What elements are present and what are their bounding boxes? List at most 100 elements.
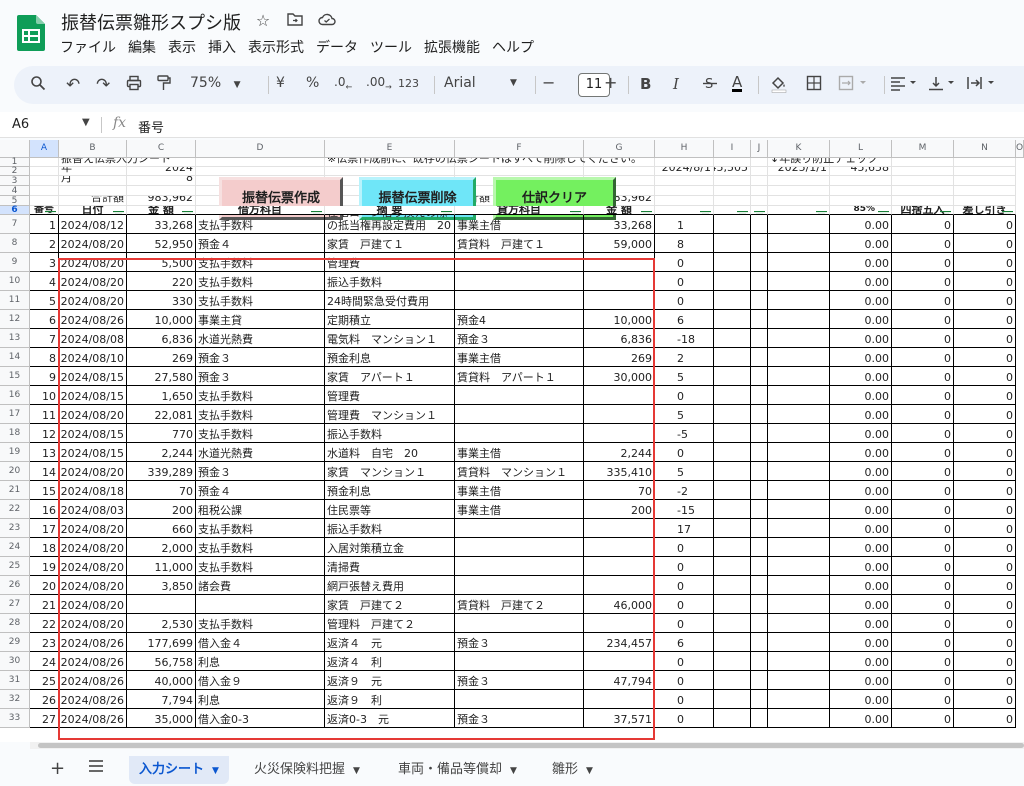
- data-cell[interactable]: 0: [954, 291, 1016, 310]
- empty-cell[interactable]: [768, 215, 830, 234]
- empty-cell[interactable]: [768, 424, 830, 443]
- data-cell[interactable]: 17: [30, 519, 59, 538]
- scrollbar-thumb[interactable]: [38, 743, 1024, 748]
- row-header-10[interactable]: 10: [0, 272, 30, 291]
- empty-cell[interactable]: [714, 690, 751, 709]
- empty-cell[interactable]: [768, 329, 830, 348]
- row-header-3[interactable]: 3: [0, 176, 30, 186]
- data-cell[interactable]: 70: [127, 481, 196, 500]
- data-cell[interactable]: 0: [892, 443, 954, 462]
- data-cell[interactable]: 預金利息: [325, 481, 455, 500]
- data-cell[interactable]: 3: [30, 253, 59, 272]
- data-cell[interactable]: 0: [892, 652, 954, 671]
- empty-cell[interactable]: [714, 215, 751, 234]
- data-cell[interactable]: 預金３: [455, 709, 584, 728]
- data-cell[interactable]: -18: [655, 329, 714, 348]
- data-cell[interactable]: 7,794: [127, 690, 196, 709]
- empty-cell[interactable]: [768, 253, 830, 272]
- column-header-f[interactable]: F: [455, 140, 584, 158]
- data-cell[interactable]: 2: [655, 348, 714, 367]
- data-cell[interactable]: 預金３: [196, 367, 325, 386]
- data-cell[interactable]: 5: [655, 367, 714, 386]
- empty-cell[interactable]: [768, 234, 830, 253]
- data-cell[interactable]: 24時間緊急受付費用: [325, 291, 455, 310]
- empty-cell[interactable]: [768, 186, 830, 196]
- data-cell[interactable]: [584, 424, 655, 443]
- column-header-o[interactable]: O: [1016, 140, 1024, 158]
- empty-cell[interactable]: [714, 158, 751, 167]
- data-cell[interactable]: [584, 386, 655, 405]
- empty-cell[interactable]: [751, 367, 768, 386]
- data-cell[interactable]: 定期積立: [325, 310, 455, 329]
- data-cell[interactable]: 事業主借: [455, 443, 584, 462]
- data-cell[interactable]: 0.00: [830, 367, 892, 386]
- data-cell[interactable]: 0: [954, 519, 1016, 538]
- data-cell[interactable]: 0: [655, 614, 714, 633]
- header-4[interactable]: 借方科目: [196, 206, 325, 215]
- move-folder-icon[interactable]: [285, 11, 305, 30]
- row-header-22[interactable]: 22: [0, 500, 30, 519]
- data-cell[interactable]: 0.00: [830, 538, 892, 557]
- data-cell[interactable]: 0: [954, 253, 1016, 272]
- row-header-31[interactable]: 31: [0, 671, 30, 690]
- data-cell[interactable]: 支払手数料: [196, 557, 325, 576]
- data-cell[interactable]: 借入金４: [196, 633, 325, 652]
- data-cell[interactable]: 0: [954, 424, 1016, 443]
- data-cell[interactable]: 0: [892, 709, 954, 728]
- empty-cell[interactable]: [892, 196, 954, 206]
- data-cell[interactable]: 返済４ 利: [325, 652, 455, 671]
- empty-cell[interactable]: [751, 186, 768, 196]
- row-header-7[interactable]: 7: [0, 215, 30, 234]
- data-cell[interactable]: [584, 614, 655, 633]
- text-color-button[interactable]: A: [732, 75, 743, 92]
- data-cell[interactable]: 水道光熱費: [196, 329, 325, 348]
- data-cell[interactable]: 2024/08/26: [59, 709, 127, 728]
- data-cell[interactable]: 0: [954, 576, 1016, 595]
- row-header-18[interactable]: 18: [0, 424, 30, 443]
- data-cell[interactable]: 0: [655, 272, 714, 291]
- row-header-13[interactable]: 13: [0, 329, 30, 348]
- data-cell[interactable]: 2: [30, 234, 59, 253]
- column-header-l[interactable]: L: [830, 140, 892, 158]
- data-cell[interactable]: -2: [655, 481, 714, 500]
- add-sheet-icon[interactable]: +: [50, 758, 65, 779]
- row-header-33[interactable]: 33: [0, 709, 30, 728]
- data-cell[interactable]: 0.00: [830, 500, 892, 519]
- empty-cell[interactable]: [751, 519, 768, 538]
- decrease-font-size-button[interactable]: −: [542, 73, 555, 92]
- empty-cell[interactable]: [751, 576, 768, 595]
- empty-cell[interactable]: [714, 538, 751, 557]
- empty-cell[interactable]: [714, 424, 751, 443]
- data-cell[interactable]: 40,000: [127, 671, 196, 690]
- data-cell[interactable]: 0: [892, 462, 954, 481]
- empty-cell[interactable]: [714, 186, 751, 196]
- data-cell[interactable]: 15: [30, 481, 59, 500]
- empty-cell[interactable]: [714, 462, 751, 481]
- data-cell[interactable]: 住民票等: [325, 500, 455, 519]
- data-cell[interactable]: 事業主借: [455, 348, 584, 367]
- empty-cell[interactable]: [768, 348, 830, 367]
- column-header-i[interactable]: I: [714, 140, 751, 158]
- data-cell[interactable]: [584, 576, 655, 595]
- empty-cell[interactable]: [30, 196, 59, 206]
- data-cell[interactable]: 0: [892, 272, 954, 291]
- empty-cell[interactable]: [30, 167, 59, 176]
- data-cell[interactable]: 賃貸料 マンション１: [455, 462, 584, 481]
- data-cell[interactable]: 預金４: [196, 234, 325, 253]
- empty-cell[interactable]: [768, 709, 830, 728]
- data-cell[interactable]: 0.00: [830, 690, 892, 709]
- data-cell[interactable]: 管理費: [325, 386, 455, 405]
- header-3[interactable]: 金 額: [127, 206, 196, 215]
- data-cell[interactable]: 0.00: [830, 253, 892, 272]
- empty-cell[interactable]: [714, 557, 751, 576]
- data-cell[interactable]: 2024/08/20: [59, 272, 127, 291]
- paint-format-icon[interactable]: [157, 75, 171, 95]
- data-cell[interactable]: 2024/08/15: [59, 443, 127, 462]
- data-cell[interactable]: 0: [954, 538, 1016, 557]
- data-cell[interactable]: 0.00: [830, 348, 892, 367]
- data-cell[interactable]: 振込手数料: [325, 424, 455, 443]
- data-cell[interactable]: 0: [892, 234, 954, 253]
- data-cell[interactable]: [455, 424, 584, 443]
- data-cell[interactable]: 0: [954, 690, 1016, 709]
- column-header-c[interactable]: C: [127, 140, 196, 158]
